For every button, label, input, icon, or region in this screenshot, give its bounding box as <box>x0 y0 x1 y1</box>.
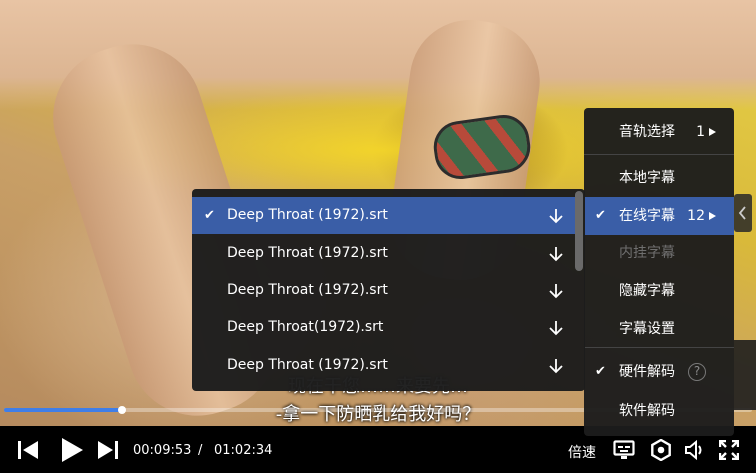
side-panel <box>734 340 756 410</box>
subtitle-option-label: Deep Throat (1972).srt <box>227 245 388 261</box>
subtitle-option-label: Deep Throat (1972).srt <box>227 282 388 298</box>
settings-menu-item-label: 本地字幕 <box>619 170 675 186</box>
current-time: 00:09:53 <box>133 443 192 458</box>
check-icon: ✔ <box>204 208 215 223</box>
menu-divider <box>584 154 734 155</box>
help-icon[interactable]: ? <box>688 363 706 381</box>
settings-menu-item: 内挂字幕 <box>584 234 734 272</box>
settings-menu-item[interactable]: 字幕设置 <box>584 310 734 348</box>
subtitle-option-label: Deep Throat (1972).srt <box>227 357 388 373</box>
check-icon: ✔ <box>595 364 606 379</box>
settings-menu-item-label: 在线字幕 <box>619 208 675 224</box>
settings-menu-item-label: 硬件解码 <box>619 364 675 380</box>
settings-menu-item[interactable]: ✔ 在线字幕 12 <box>584 197 734 235</box>
settings-menu-item[interactable]: ✔ 硬件解码? <box>584 353 734 391</box>
skip-next-icon[interactable] <box>97 440 119 460</box>
submenu-scrollbar[interactable] <box>575 189 585 391</box>
settings-menu-item-count: 1 <box>696 124 705 140</box>
settings-menu-item[interactable]: 本地字幕 <box>584 159 734 197</box>
play-icon[interactable] <box>60 437 84 463</box>
settings-menu-item-label: 音轨选择 <box>619 124 675 140</box>
subtitle-option-label: Deep Throat (1972).srt <box>227 207 388 223</box>
settings-menu-item-count: 12 <box>687 208 705 224</box>
subtitle-option-label: Deep Throat(1972).srt <box>227 319 384 335</box>
settings-menu-item[interactable]: 音轨选择 1 <box>584 113 734 151</box>
chevron-right-icon <box>709 128 716 136</box>
speed-button[interactable]: 倍速 <box>568 442 596 462</box>
time-separator: / <box>198 443 203 458</box>
progress-fill <box>4 408 123 412</box>
online-subtitle-submenu: ✔ Deep Throat (1972).srt Deep Throat (1972… <box>192 189 585 391</box>
download-icon[interactable] <box>547 357 565 375</box>
chevron-left-icon <box>738 206 746 220</box>
check-icon: ✔ <box>595 208 606 223</box>
subtitle-option[interactable]: Deep Throat (1972).srt <box>192 272 575 309</box>
settings-menu-item-label: 隐藏字幕 <box>619 283 675 299</box>
skip-previous-icon[interactable] <box>17 440 39 460</box>
side-panel-toggle[interactable] <box>734 194 752 232</box>
submenu-scroll-thumb[interactable] <box>575 191 583 271</box>
settings-gear-icon[interactable] <box>650 439 672 461</box>
settings-menu-item[interactable]: 软件解码 <box>584 392 734 430</box>
duration: 01:02:34 <box>214 443 273 458</box>
download-icon[interactable] <box>547 319 565 337</box>
download-icon[interactable] <box>547 282 565 300</box>
settings-menu-item-label: 软件解码 <box>619 403 675 419</box>
fullscreen-icon[interactable] <box>719 440 739 460</box>
subtitle-option[interactable]: ✔ Deep Throat (1972).srt <box>192 197 575 234</box>
download-icon[interactable] <box>547 245 565 263</box>
subtitle-option[interactable]: Deep Throat (1972).srt <box>192 347 575 384</box>
settings-menu-item-label: 字幕设置 <box>619 321 675 337</box>
volume-icon[interactable] <box>684 439 706 461</box>
subtitle-option[interactable]: Deep Throat (1972).srt <box>192 235 575 272</box>
settings-menu-item-label: 内挂字幕 <box>619 245 675 261</box>
download-icon[interactable] <box>547 207 565 225</box>
settings-menu: 音轨选择 1 本地字幕 ✔ 在线字幕 12 内挂字幕隐藏字幕字幕设置 ✔ 硬件解码? 软件解码 <box>584 108 734 436</box>
subtitle-option[interactable]: Deep Throat(1972).srt <box>192 309 575 346</box>
settings-menu-item[interactable]: 隐藏字幕 <box>584 272 734 310</box>
subtitle-screen-icon[interactable] <box>613 440 635 460</box>
chevron-right-icon <box>709 212 716 220</box>
